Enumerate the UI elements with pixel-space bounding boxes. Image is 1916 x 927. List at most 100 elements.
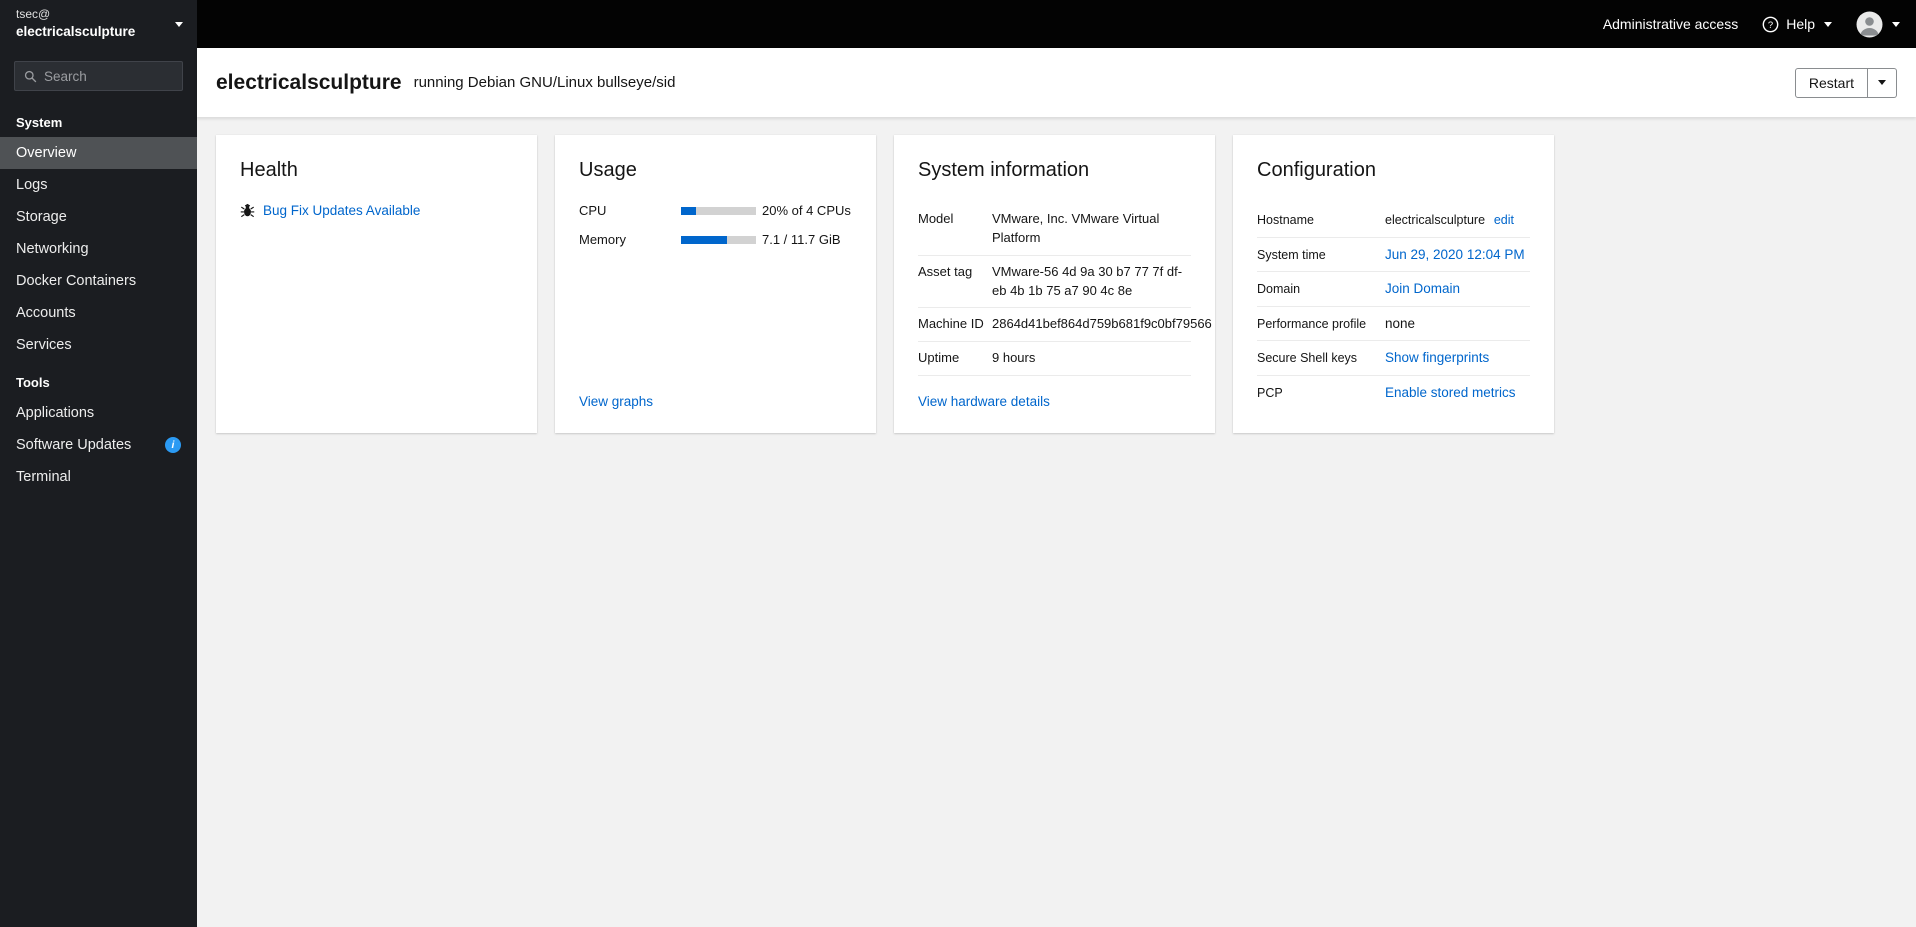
administrative-access-button[interactable]: Administrative access [1603, 16, 1738, 32]
view-hardware-details-link[interactable]: View hardware details [918, 394, 1050, 409]
info-icon: i [165, 437, 181, 453]
asset-tag-label: Asset tag [918, 263, 973, 279]
main-area: Administrative access ? Help electricals… [197, 0, 1916, 927]
cpu-label: CPU [579, 203, 607, 218]
domain-label: Domain [1257, 282, 1301, 297]
asset-tag-row: Asset tag VMware-56 4d 9a 30 b7 77 7f df… [918, 256, 1191, 309]
os-description: running Debian GNU/Linux bullseye/sid [413, 74, 676, 91]
user-avatar-icon [1856, 11, 1883, 38]
sidebar-item-docker-containers[interactable]: Docker Containers [0, 265, 197, 297]
memory-progress-fill [681, 235, 727, 244]
secure-shell-keys-value: Show fingerprints [1385, 348, 1530, 368]
configuration-card: Configuration Hostname electricalsculptu… [1233, 135, 1554, 434]
secure-shell-keys-row: Secure Shell keys Show fingerprints [1257, 341, 1530, 376]
search-box[interactable] [14, 61, 183, 91]
uptime-label: Uptime [918, 350, 960, 366]
overview-content: Health Bug Fix Updates Available Usage C… [197, 117, 1916, 451]
sidebar-item-software-updates[interactable]: Software Updates i [0, 429, 197, 461]
sidebar-item-label: Overview [16, 145, 77, 161]
cpu-usage-row: CPU 20% of 4 CPUs [579, 203, 852, 218]
machine-id-row: Machine ID 2864d41bef864d759b681f9c0bf79… [918, 308, 1212, 343]
sidebar-item-storage[interactable]: Storage [0, 201, 197, 233]
performance-profile-row: Performance profile none [1257, 307, 1530, 342]
usage-card: Usage CPU 20% of 4 CPUs Memory 7.1 / 11.… [555, 135, 876, 434]
nav-section-system: System [16, 115, 63, 130]
sidebar-item-label: Terminal [16, 469, 71, 485]
health-update-item: Bug Fix Updates Available [240, 203, 513, 218]
performance-profile-label: Performance profile [1257, 316, 1367, 331]
chevron-down-icon [1878, 80, 1886, 85]
sidebar-item-label: Accounts [16, 305, 76, 321]
edit-hostname-link[interactable]: edit [1494, 213, 1514, 227]
logged-in-user: tsec@ [16, 7, 51, 22]
join-domain-link[interactable]: Join Domain [1385, 281, 1460, 296]
help-label: Help [1786, 16, 1815, 32]
cpu-progress-bar [681, 206, 756, 215]
chevron-down-icon [1892, 21, 1900, 27]
memory-progress-bar [681, 235, 756, 244]
sidebar-item-label: Networking [16, 241, 89, 257]
sidebar-item-accounts[interactable]: Accounts [0, 297, 197, 329]
sidebar-item-label: Software Updates [16, 437, 132, 453]
chevron-down-icon [175, 21, 183, 27]
cpu-progress-fill [681, 206, 696, 215]
system-information-card: System information Model VMware, Inc. VM… [894, 135, 1215, 434]
help-menu[interactable]: ? Help [1762, 16, 1832, 33]
system-time-value: Jun 29, 2020 12:04 PM [1385, 245, 1530, 265]
model-value: VMware, Inc. VMware Virtual Platform [992, 211, 1160, 245]
secure-shell-keys-label: Secure Shell keys [1257, 351, 1358, 366]
usage-card-footer: View graphs [579, 394, 852, 409]
nav-section-tools: Tools [16, 375, 50, 390]
configuration-card-title: Configuration [1257, 159, 1376, 181]
sidebar-item-label: Docker Containers [16, 273, 137, 289]
cpu-value: 20% of 4 CPUs [762, 203, 851, 218]
host-switcher[interactable]: tsec@ electricalsculpture [0, 0, 197, 48]
sidebar-item-terminal[interactable]: Terminal [0, 461, 197, 493]
restart-dropdown-toggle[interactable] [1868, 67, 1897, 98]
sidebar-item-applications[interactable]: Applications [0, 397, 197, 429]
model-row: Model VMware, Inc. VMware Virtual Platfo… [918, 203, 1191, 256]
topbar: Administrative access ? Help [197, 0, 1916, 48]
performance-profile-value: none [1385, 315, 1416, 331]
view-graphs-link[interactable]: View graphs [579, 394, 653, 409]
pcp-value: Enable stored metrics [1385, 383, 1530, 403]
memory-label: Memory [579, 232, 626, 247]
system-time-link[interactable]: Jun 29, 2020 12:04 PM [1385, 247, 1525, 262]
system-information-card-footer: View hardware details [918, 394, 1191, 409]
pcp-label: PCP [1257, 385, 1283, 400]
sidebar-item-overview[interactable]: Overview [0, 137, 197, 169]
sidebar-item-label: Services [16, 337, 72, 353]
bug-fix-updates-link[interactable]: Bug Fix Updates Available [263, 203, 420, 218]
restart-button[interactable]: Restart [1794, 67, 1868, 98]
sidebar-nav: System Overview Logs Storage Networking … [0, 101, 197, 927]
health-card-title: Health [240, 159, 298, 181]
question-circle-icon: ? [1762, 16, 1779, 33]
usage-card-title: Usage [579, 159, 637, 181]
pcp-row: PCP Enable stored metrics [1257, 376, 1530, 410]
health-card: Health Bug Fix Updates Available [216, 135, 537, 434]
page-title: electricalsculpture [216, 70, 402, 94]
session-menu[interactable] [1856, 11, 1900, 38]
sidebar-item-networking[interactable]: Networking [0, 233, 197, 265]
sidebar: tsec@ electricalsculpture System Overvie… [0, 0, 197, 927]
hostname-label: Hostname [1257, 213, 1314, 227]
page-header: electricalsculpture running Debian GNU/L… [197, 48, 1916, 117]
sidebar-item-logs[interactable]: Logs [0, 169, 197, 201]
sidebar-item-services[interactable]: Services [0, 329, 197, 361]
search-input[interactable] [44, 68, 173, 84]
hostname-row: Hostname electricalsculpture edit [1257, 203, 1530, 238]
system-information-card-title: System information [918, 159, 1090, 181]
search-icon [24, 70, 37, 83]
enable-stored-metrics-link[interactable]: Enable stored metrics [1385, 385, 1516, 400]
host-switcher-labels: tsec@ electricalsculpture [16, 7, 135, 40]
sidebar-item-label: Logs [16, 177, 48, 193]
hostname-text: electricalsculpture [1385, 213, 1486, 227]
sidebar-item-label: Applications [16, 405, 95, 421]
domain-value: Join Domain [1385, 279, 1530, 299]
show-fingerprints-link[interactable]: Show fingerprints [1385, 350, 1489, 365]
svg-text:?: ? [1768, 19, 1773, 30]
current-host: electricalsculpture [16, 24, 136, 40]
uptime-row: Uptime 9 hours [918, 342, 1191, 377]
chevron-down-icon [1824, 21, 1832, 27]
hostname-value: electricalsculpture edit [1385, 210, 1530, 230]
